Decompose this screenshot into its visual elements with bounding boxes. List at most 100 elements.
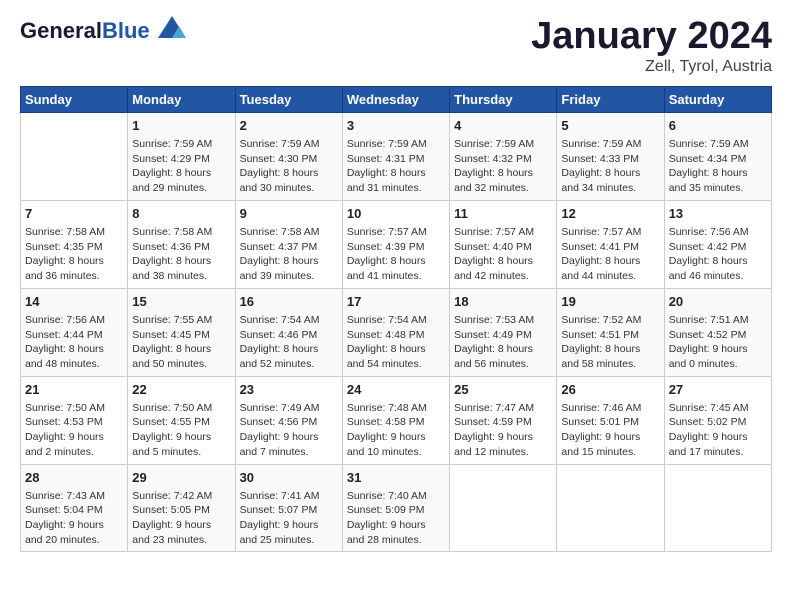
day-cell: 13Sunrise: 7:56 AMSunset: 4:42 PMDayligh… [664,200,771,288]
week-row-2: 14Sunrise: 7:56 AMSunset: 4:44 PMDayligh… [21,288,772,376]
day-info: Sunset: 4:32 PM [454,152,552,167]
day-number: 23 [240,381,338,399]
day-info: Sunset: 4:42 PM [669,240,767,255]
day-info: Daylight: 8 hours [454,254,552,269]
calendar-title: January 2024 [531,16,772,58]
day-info: Sunset: 4:56 PM [240,415,338,430]
day-info: Sunrise: 7:41 AM [240,489,338,504]
day-cell: 17Sunrise: 7:54 AMSunset: 4:48 PMDayligh… [342,288,449,376]
day-info: and 0 minutes. [669,357,767,372]
day-info: Sunrise: 7:56 AM [669,225,767,240]
day-number: 3 [347,117,445,135]
day-info: Sunset: 4:53 PM [25,415,123,430]
header-cell-tuesday: Tuesday [235,86,342,112]
day-info: Sunset: 4:39 PM [347,240,445,255]
day-info: Sunrise: 7:57 AM [347,225,445,240]
day-info: Sunrise: 7:54 AM [347,313,445,328]
week-row-0: 1Sunrise: 7:59 AMSunset: 4:29 PMDaylight… [21,112,772,200]
day-info: Daylight: 9 hours [25,518,123,533]
calendar-table: SundayMondayTuesdayWednesdayThursdayFrid… [20,86,772,553]
day-number: 22 [132,381,230,399]
header-cell-thursday: Thursday [450,86,557,112]
header: GeneralBlue January 2024 Zell, Tyrol, Au… [20,16,772,76]
day-info: Sunrise: 7:59 AM [669,137,767,152]
day-cell: 24Sunrise: 7:48 AMSunset: 4:58 PMDayligh… [342,376,449,464]
day-cell: 16Sunrise: 7:54 AMSunset: 4:46 PMDayligh… [235,288,342,376]
day-info: Daylight: 8 hours [561,342,659,357]
day-info: Sunset: 5:07 PM [240,503,338,518]
day-info: Daylight: 8 hours [561,166,659,181]
day-info: Daylight: 8 hours [25,342,123,357]
day-cell: 6Sunrise: 7:59 AMSunset: 4:34 PMDaylight… [664,112,771,200]
day-info: Sunrise: 7:59 AM [240,137,338,152]
day-info: Sunrise: 7:54 AM [240,313,338,328]
header-row: SundayMondayTuesdayWednesdayThursdayFrid… [21,86,772,112]
day-info: Daylight: 8 hours [240,342,338,357]
day-number: 29 [132,469,230,487]
day-info: Sunrise: 7:57 AM [454,225,552,240]
logo-icon [158,16,186,38]
day-number: 10 [347,205,445,223]
day-cell [450,464,557,552]
day-cell: 11Sunrise: 7:57 AMSunset: 4:40 PMDayligh… [450,200,557,288]
day-cell: 4Sunrise: 7:59 AMSunset: 4:32 PMDaylight… [450,112,557,200]
day-info: Sunset: 4:48 PM [347,328,445,343]
day-info: Sunrise: 7:49 AM [240,401,338,416]
day-info: Sunset: 4:29 PM [132,152,230,167]
day-cell: 15Sunrise: 7:55 AMSunset: 4:45 PMDayligh… [128,288,235,376]
day-info: and 41 minutes. [347,269,445,284]
day-info: Daylight: 8 hours [669,166,767,181]
day-cell: 28Sunrise: 7:43 AMSunset: 5:04 PMDayligh… [21,464,128,552]
day-info: Daylight: 8 hours [454,166,552,181]
day-info: and 15 minutes. [561,445,659,460]
day-info: and 54 minutes. [347,357,445,372]
day-info: and 12 minutes. [454,445,552,460]
day-info: Sunrise: 7:59 AM [132,137,230,152]
day-info: Daylight: 9 hours [347,518,445,533]
day-info: and 56 minutes. [454,357,552,372]
day-cell: 25Sunrise: 7:47 AMSunset: 4:59 PMDayligh… [450,376,557,464]
day-number: 20 [669,293,767,311]
day-cell [664,464,771,552]
day-info: and 10 minutes. [347,445,445,460]
day-info: Sunrise: 7:47 AM [454,401,552,416]
day-cell: 26Sunrise: 7:46 AMSunset: 5:01 PMDayligh… [557,376,664,464]
day-number: 24 [347,381,445,399]
day-info: Sunset: 4:35 PM [25,240,123,255]
day-cell: 8Sunrise: 7:58 AMSunset: 4:36 PMDaylight… [128,200,235,288]
day-info: and 20 minutes. [25,533,123,548]
day-number: 18 [454,293,552,311]
day-info: Daylight: 9 hours [240,430,338,445]
day-info: and 30 minutes. [240,181,338,196]
day-info: Sunset: 5:09 PM [347,503,445,518]
day-number: 15 [132,293,230,311]
day-cell: 30Sunrise: 7:41 AMSunset: 5:07 PMDayligh… [235,464,342,552]
day-number: 2 [240,117,338,135]
day-number: 7 [25,205,123,223]
day-info: Daylight: 8 hours [25,254,123,269]
day-info: Sunset: 4:41 PM [561,240,659,255]
day-cell: 19Sunrise: 7:52 AMSunset: 4:51 PMDayligh… [557,288,664,376]
day-info: Sunrise: 7:58 AM [25,225,123,240]
day-info: Sunrise: 7:53 AM [454,313,552,328]
day-info: Sunrise: 7:56 AM [25,313,123,328]
day-number: 14 [25,293,123,311]
day-info: Daylight: 8 hours [132,166,230,181]
day-cell: 7 Sunrise: 7:58 AMSunset: 4:35 PMDaylight… [21,200,128,288]
day-info: and 7 minutes. [240,445,338,460]
day-info: Sunrise: 7:42 AM [132,489,230,504]
day-info: Sunset: 4:37 PM [240,240,338,255]
day-info: and 44 minutes. [561,269,659,284]
day-info: Daylight: 9 hours [132,518,230,533]
header-cell-saturday: Saturday [664,86,771,112]
day-info: Sunrise: 7:59 AM [347,137,445,152]
day-cell: 21Sunrise: 7:50 AMSunset: 4:53 PMDayligh… [21,376,128,464]
day-cell: 29Sunrise: 7:42 AMSunset: 5:05 PMDayligh… [128,464,235,552]
logo-general: General [20,18,102,43]
day-info: and 25 minutes. [240,533,338,548]
day-info: and 31 minutes. [347,181,445,196]
day-cell: 14Sunrise: 7:56 AMSunset: 4:44 PMDayligh… [21,288,128,376]
day-info: Sunrise: 7:51 AM [669,313,767,328]
day-info: Sunset: 4:31 PM [347,152,445,167]
day-info: Sunrise: 7:57 AM [561,225,659,240]
